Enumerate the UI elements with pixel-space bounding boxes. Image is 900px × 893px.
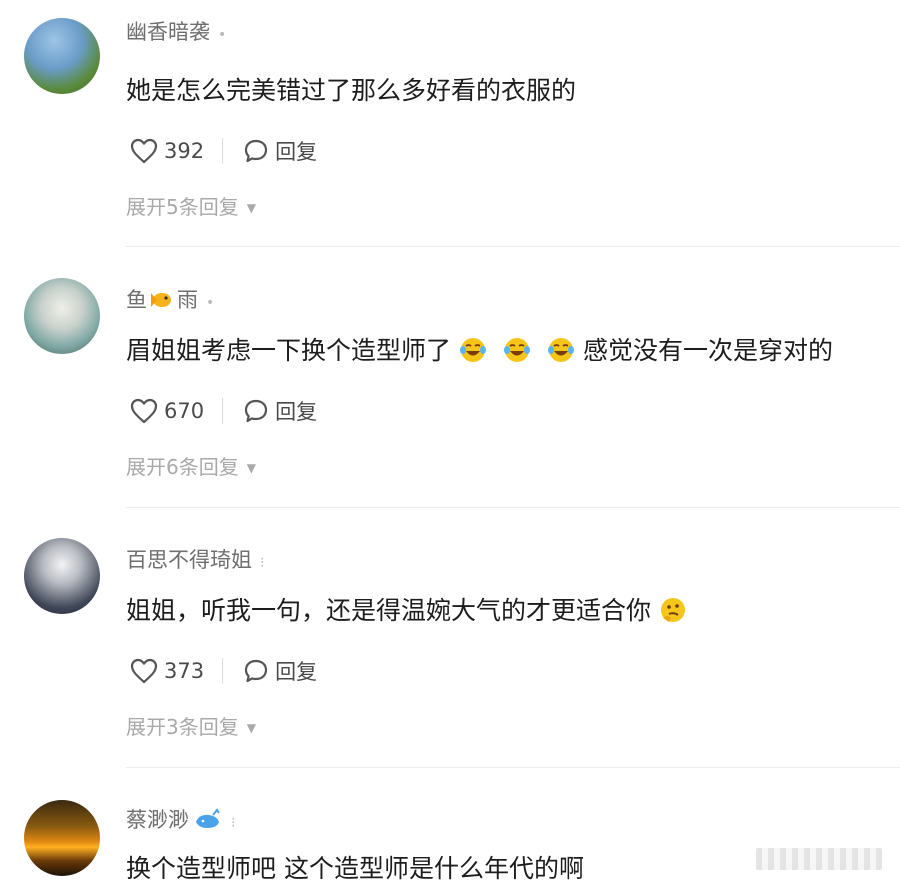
avatar[interactable] <box>24 18 100 94</box>
comment-text: 眉姐姐考虑一下换个造型师了 感觉没有一次是穿对的 <box>126 334 833 368</box>
comment-text: 换个造型师吧 这个造型师是什么年代的啊 <box>126 852 584 886</box>
username-text: 鱼 <box>126 288 147 312</box>
comment-bubble-icon[interactable] <box>243 398 269 424</box>
laughing-crying-emoji <box>460 338 487 362</box>
fish-emoji <box>151 293 171 307</box>
username[interactable]: 蔡渺渺 ⁝ <box>126 806 235 837</box>
divider <box>222 658 224 684</box>
caret-down-icon: ▼ <box>246 721 256 735</box>
avatar[interactable] <box>24 278 100 354</box>
username[interactable]: 幽香暗袭 • <box>126 18 226 49</box>
comment-text-part: 换个造型师吧 这个造型师是什么年代的啊 <box>126 854 584 883</box>
user-badge: ⁝ <box>260 555 265 571</box>
expand-replies-label: 展开6条回复 <box>126 455 239 479</box>
username-text: 百思不得琦姐 <box>126 548 252 572</box>
username-suffix: 雨 <box>177 288 198 312</box>
caret-down-icon: ▼ <box>246 201 256 215</box>
whale-emoji <box>196 808 220 828</box>
comment-actions: 373 回复 <box>130 656 317 686</box>
like-count: 392 <box>164 139 205 163</box>
username[interactable]: 百思不得琦姐 ⁝ <box>126 546 264 577</box>
comment-text-part: 眉姐姐考虑一下换个造型师了 <box>126 336 452 365</box>
reply-button[interactable]: 回复 <box>275 136 317 166</box>
avatar[interactable] <box>24 800 100 876</box>
user-badge: • <box>206 295 215 311</box>
laughing-crying-emoji <box>548 338 575 362</box>
reply-button[interactable]: 回复 <box>275 396 317 426</box>
username-text: 蔡渺渺 <box>126 808 189 832</box>
like-count: 373 <box>164 659 205 683</box>
caret-down-icon: ▼ <box>246 461 256 475</box>
expand-replies-label: 展开5条回复 <box>126 195 239 219</box>
avatar[interactable] <box>24 538 100 614</box>
expand-replies-link[interactable]: 展开3条回复 ▼ <box>126 711 256 740</box>
comment-text-part: 感觉没有一次是穿对的 <box>583 336 834 365</box>
divider <box>126 246 900 247</box>
divider <box>222 398 224 424</box>
expand-replies-link[interactable]: 展开5条回复 ▼ <box>126 191 256 220</box>
divider <box>126 507 900 508</box>
heart-icon[interactable] <box>130 658 158 684</box>
user-badge: • <box>218 27 227 43</box>
comment-text-part: 姐姐，听我一句，还是得温婉大气的才更适合你 <box>126 596 652 625</box>
laughing-crying-emoji <box>504 338 531 362</box>
comment-actions: 392 回复 <box>130 136 317 166</box>
reply-button[interactable]: 回复 <box>275 656 317 686</box>
expand-replies-link[interactable]: 展开6条回复 ▼ <box>126 451 256 480</box>
thinking-emoji <box>661 598 686 622</box>
comment-bubble-icon[interactable] <box>243 138 269 164</box>
comment-text-part: 她是怎么完美错过了那么多好看的衣服的 <box>126 76 577 105</box>
expand-replies-label: 展开3条回复 <box>126 715 239 739</box>
username[interactable]: 鱼 雨 • <box>126 286 214 317</box>
heart-icon[interactable] <box>130 138 158 164</box>
divider <box>222 138 224 164</box>
comment-actions: 670 回复 <box>130 396 317 426</box>
comment-bubble-icon[interactable] <box>243 658 269 684</box>
username-text: 幽香暗袭 <box>126 20 210 44</box>
heart-icon[interactable] <box>130 398 158 424</box>
comment-text: 她是怎么完美错过了那么多好看的衣服的 <box>126 74 576 108</box>
watermark <box>756 848 882 870</box>
user-badge: ⁝ <box>231 815 236 831</box>
comment-text: 姐姐，听我一句，还是得温婉大气的才更适合你 <box>126 594 695 628</box>
divider <box>126 767 900 768</box>
like-count: 670 <box>164 399 205 423</box>
